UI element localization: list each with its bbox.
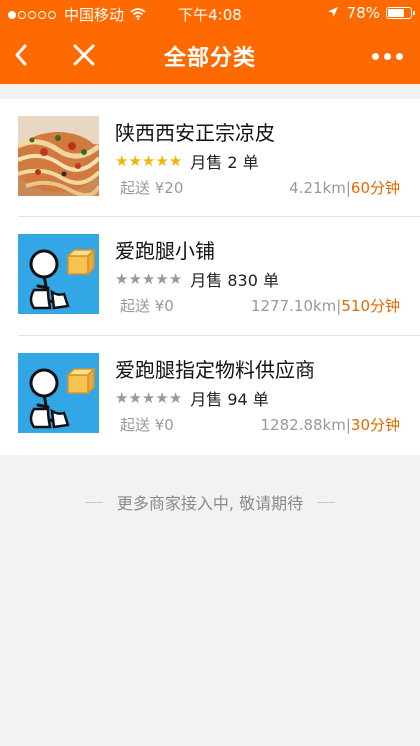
star-empty-icon: ★ bbox=[115, 389, 129, 407]
star-filled-icon: ★ bbox=[141, 152, 156, 170]
star-empty-icon: ★ bbox=[168, 389, 183, 407]
battery-percent: 78% bbox=[346, 4, 380, 22]
distance: 1282.88km bbox=[260, 416, 346, 434]
store-item[interactable]: 爱跑腿小铺 ★★★★★ 月售 830 单 起送 ¥0 1277.10km|510… bbox=[0, 217, 420, 336]
star-filled-icon: ★ bbox=[168, 152, 183, 170]
delivery-time: 510分钟 bbox=[341, 297, 400, 315]
rating-row: ★★★★★ 月售 2 单 bbox=[115, 149, 259, 173]
store-name: 爱跑腿小铺 bbox=[115, 239, 215, 263]
more-dots-icon bbox=[372, 53, 379, 60]
star-empty-icon: ★ bbox=[168, 270, 183, 288]
star-empty-icon: ★ bbox=[128, 389, 142, 407]
monthly-sales: 月售 2 单 bbox=[190, 153, 259, 172]
star-rating: ★★★★★ bbox=[115, 270, 182, 288]
star-empty-icon: ★ bbox=[155, 389, 169, 407]
app-header: 中国移动 下午4:08 78% 全部分类 bbox=[0, 0, 420, 84]
monthly-sales: 月售 830 单 bbox=[190, 271, 279, 290]
distance-time: 4.21km|60分钟 bbox=[289, 177, 400, 198]
battery-icon bbox=[386, 7, 415, 19]
store-item[interactable]: 陕西西安正宗凉皮 ★★★★★ 月售 2 单 起送 ¥20 4.21km|60分钟 bbox=[0, 99, 420, 217]
rating-row: ★★★★★ 月售 830 单 bbox=[115, 267, 279, 291]
min-order: 起送 ¥0 bbox=[120, 416, 174, 434]
status-bar: 中国移动 下午4:08 78% bbox=[0, 0, 420, 26]
star-empty-icon: ★ bbox=[155, 270, 169, 288]
delivery-time: 60分钟 bbox=[350, 179, 400, 197]
more-button[interactable] bbox=[370, 39, 406, 71]
footer-note: 更多商家接入中, 敬请期待 bbox=[0, 490, 420, 514]
store-list: 陕西西安正宗凉皮 ★★★★★ 月售 2 单 起送 ¥20 4.21km|60分钟… bbox=[0, 99, 420, 455]
star-filled-icon: ★ bbox=[128, 152, 142, 170]
footer-text: 更多商家接入中, 敬请期待 bbox=[116, 494, 304, 513]
distance: 1277.10km bbox=[250, 297, 337, 315]
footer-line-left bbox=[84, 501, 103, 503]
star-empty-icon: ★ bbox=[128, 270, 142, 288]
nav-bar: 全部分类 bbox=[0, 26, 420, 84]
star-rating: ★★★★★ bbox=[115, 389, 182, 407]
location-arrow-icon bbox=[327, 4, 339, 22]
star-empty-icon: ★ bbox=[115, 270, 129, 288]
distance: 4.21km bbox=[289, 179, 346, 197]
courier-logo-icon bbox=[18, 353, 99, 433]
min-order: 起送 ¥20 bbox=[120, 179, 184, 197]
page-title: 全部分类 bbox=[163, 46, 256, 71]
rating-row: ★★★★★ 月售 94 单 bbox=[115, 386, 269, 410]
distance-time: 1277.10km|510分钟 bbox=[251, 295, 400, 316]
food-photo-icon bbox=[18, 116, 99, 196]
star-empty-icon: ★ bbox=[141, 270, 156, 288]
store-item[interactable]: 爱跑腿指定物料供应商 ★★★★★ 月售 94 单 起送 ¥0 1282.88km… bbox=[0, 336, 420, 455]
distance-time: 1282.88km|30分钟 bbox=[261, 414, 400, 435]
delivery-time: 30分钟 bbox=[350, 416, 400, 434]
store-name: 陕西西安正宗凉皮 bbox=[115, 121, 275, 145]
star-filled-icon: ★ bbox=[115, 152, 129, 170]
footer-line-right bbox=[317, 501, 336, 503]
status-right: 78% bbox=[327, 4, 415, 22]
store-name: 爱跑腿指定物料供应商 bbox=[115, 358, 315, 382]
monthly-sales: 月售 94 单 bbox=[190, 390, 269, 409]
courier-logo-icon bbox=[18, 234, 99, 314]
star-rating: ★★★★★ bbox=[115, 152, 182, 170]
min-order: 起送 ¥0 bbox=[120, 297, 174, 315]
star-filled-icon: ★ bbox=[155, 152, 169, 170]
star-empty-icon: ★ bbox=[141, 389, 156, 407]
